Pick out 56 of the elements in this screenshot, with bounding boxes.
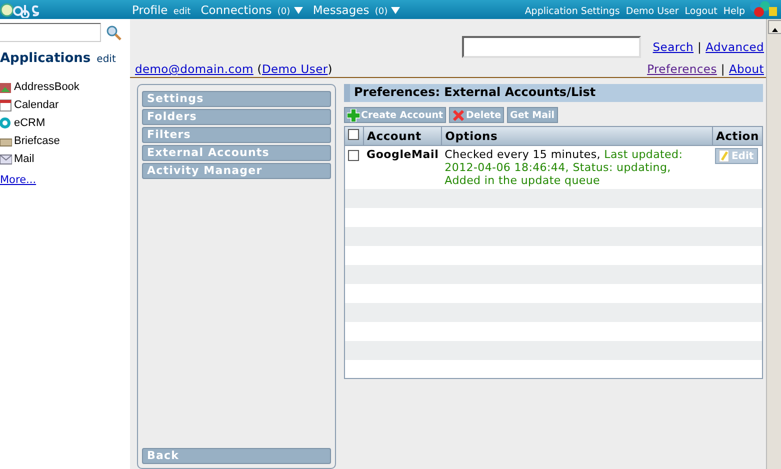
parenthesis: ( <box>257 62 262 76</box>
app-link[interactable]: AddressBook <box>14 81 80 93</box>
search-field[interactable] <box>462 36 641 58</box>
user-link[interactable]: Demo User <box>262 62 328 76</box>
nav-button[interactable]: Settings <box>142 91 331 107</box>
column-header: Account <box>367 129 422 143</box>
nav-button[interactable]: Folders <box>142 109 331 125</box>
cross-icon <box>452 108 466 122</box>
edit-link[interactable]: edit <box>96 54 116 65</box>
app-link[interactable]: Calendar <box>14 99 59 111</box>
ring-icon[interactable] <box>0 116 12 130</box>
email-link[interactable]: demo@domain.com <box>135 62 254 76</box>
top-link[interactable]: Help <box>723 6 745 17</box>
section-title: Applications <box>0 51 91 66</box>
checkbox[interactable] <box>348 129 359 140</box>
toolbar-button[interactable]: Create Account <box>344 107 446 123</box>
column-header: Action <box>716 129 759 143</box>
menu-item[interactable]: Connections (0) <box>200 2 303 16</box>
nav-button[interactable]: External Accounts <box>142 145 331 161</box>
app-link[interactable]: eCRM <box>14 117 46 129</box>
search-icon[interactable] <box>106 24 122 40</box>
more-link[interactable]: More... <box>0 174 36 186</box>
nav-button[interactable]: Activity Manager <box>142 163 331 179</box>
calendar-icon[interactable] <box>0 98 12 112</box>
scroll-up-button[interactable] <box>768 20 781 34</box>
menu-item[interactable]: Messages (0) <box>312 2 400 16</box>
search-link[interactable]: Search <box>652 40 694 54</box>
app-link[interactable]: Briefcase <box>14 135 60 147</box>
separator: | <box>698 40 702 54</box>
envelope-icon[interactable] <box>0 152 12 166</box>
back-button[interactable]: Back <box>142 448 331 464</box>
caret-icon[interactable] <box>294 6 303 14</box>
parenthesis: ) <box>328 62 332 76</box>
top-link[interactable]: Logout <box>684 6 718 17</box>
table-cell: GoogleMail <box>366 148 439 161</box>
panel-title: Preferences: External Accounts/List <box>344 84 763 102</box>
advanced-link[interactable]: Advanced <box>706 40 764 54</box>
top-link[interactable]: Application Settings <box>524 6 620 17</box>
menu-item[interactable]: Profile edit <box>132 2 191 16</box>
caret-icon[interactable] <box>391 6 400 14</box>
toolbar-button[interactable]: Delete <box>449 107 504 123</box>
plus-icon <box>347 108 360 122</box>
toolbar-button[interactable]: Get Mail <box>507 107 558 123</box>
preferences-link[interactable]: Preferences <box>647 62 717 76</box>
about-link[interactable]: About <box>728 62 764 76</box>
column-header: Options <box>445 129 498 143</box>
top-link[interactable]: Demo User <box>626 6 679 17</box>
search-field[interactable] <box>0 23 101 42</box>
checkbox[interactable] <box>348 150 359 161</box>
table-cell: Checked every 15 minutes, Last updated: 2012-04-06 18:46:44, Status: updating, Added in the update queue <box>444 148 683 187</box>
app-link[interactable]: Mail <box>14 153 34 165</box>
pencil-icon <box>719 150 730 162</box>
nav-button[interactable]: Filters <box>142 127 331 143</box>
address-book-icon[interactable] <box>0 80 12 94</box>
logo-icon[interactable] <box>0 1 40 18</box>
separator: | <box>720 62 725 76</box>
